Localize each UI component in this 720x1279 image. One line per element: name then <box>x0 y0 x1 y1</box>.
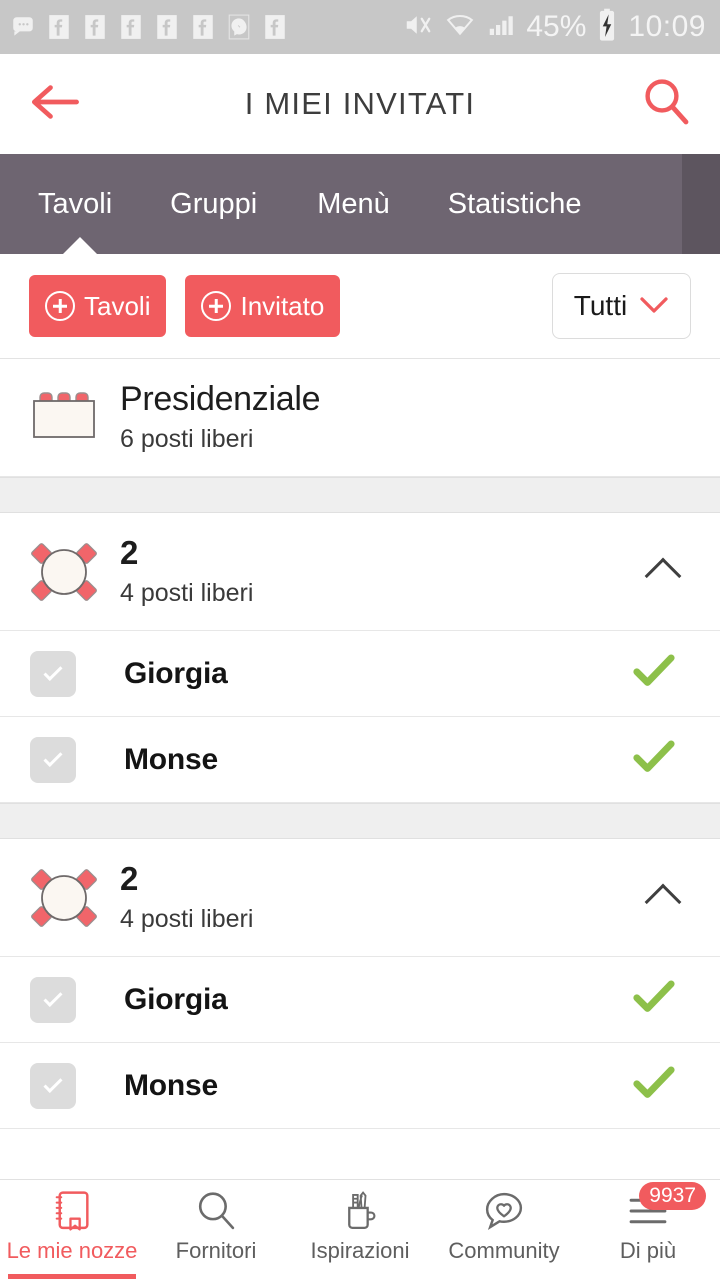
add-guest-button[interactable]: Invitato <box>185 275 341 337</box>
tab-bar: Tavoli Gruppi Menù Statistiche <box>0 154 720 255</box>
signal-icon <box>485 10 517 45</box>
checkbox-check-icon <box>43 987 63 1008</box>
nav-item-le-mie-nozze[interactable]: Le mie nozze <box>0 1180 144 1279</box>
table-list: Presidenziale 6 posti liberi 2 4 posti l… <box>0 359 720 1179</box>
round-table-icon <box>22 536 106 608</box>
checkbox-check-icon <box>43 1073 63 1094</box>
facebook-icon <box>118 14 144 40</box>
green-check-icon <box>632 739 676 780</box>
wedding-book-icon <box>49 1186 95 1236</box>
notification-badge: 9937 <box>639 1182 706 1211</box>
green-check-icon <box>632 653 676 694</box>
app-screen: 45% 10:09 I MIEI INVITATI Tavoli Gruppi … <box>0 0 720 1279</box>
group-separator <box>0 477 720 513</box>
search-button[interactable] <box>640 76 692 133</box>
table-info: 2 4 posti liberi <box>106 535 650 607</box>
search-icon <box>640 76 692 133</box>
status-system-icons: 45% 10:09 <box>401 8 706 47</box>
plus-circle-icon <box>45 291 75 321</box>
green-check-icon <box>632 1065 676 1106</box>
clock-label: 10:09 <box>628 10 706 43</box>
guest-name: Giorgia <box>124 656 228 690</box>
pen-cup-icon <box>337 1186 383 1236</box>
nav-item-di-piu[interactable]: 9937 Di più <box>576 1180 720 1279</box>
bottom-navigation: Le mie nozze Fornitori Ispirazioni Commu… <box>0 1179 720 1279</box>
table-seats: 4 posti liberi <box>120 578 254 607</box>
table-name: 2 <box>120 860 139 898</box>
search-icon <box>193 1186 239 1236</box>
active-nav-underline <box>8 1274 136 1279</box>
table-info: Presidenziale 6 posti liberi <box>106 379 698 454</box>
nav-item-fornitori[interactable]: Fornitori <box>144 1180 288 1279</box>
table-row[interactable]: 2 4 posti liberi <box>0 839 720 957</box>
back-button[interactable] <box>28 80 82 129</box>
chat-heart-icon <box>481 1186 527 1236</box>
facebook-icon <box>190 14 216 40</box>
plus-circle-icon <box>201 291 232 321</box>
app-header: I MIEI INVITATI <box>0 54 720 154</box>
battery-charging-icon <box>595 8 619 47</box>
mute-icon <box>401 10 435 45</box>
add-guest-label: Invitato <box>240 290 325 321</box>
guest-checkbox[interactable] <box>30 736 76 783</box>
wifi-icon <box>444 10 476 45</box>
round-table-icon <box>22 862 106 934</box>
nav-item-ispirazioni[interactable]: Ispirazioni <box>288 1180 432 1279</box>
messenger-icon <box>226 14 252 40</box>
table-seats: 4 posti liberi <box>120 904 254 933</box>
tab-gruppi[interactable]: Gruppi <box>170 154 257 254</box>
nav-label: Community <box>448 1238 560 1263</box>
chevron-up-icon[interactable] <box>644 557 682 594</box>
tab-menu[interactable]: Menù <box>317 154 390 254</box>
back-arrow-icon <box>28 80 82 129</box>
group-separator <box>0 803 720 839</box>
chevron-down-icon <box>639 290 669 322</box>
facebook-icon <box>154 14 180 40</box>
nav-label: Ispirazioni <box>310 1238 410 1263</box>
nav-label: Di più <box>619 1238 677 1263</box>
guest-name: Monse <box>124 742 219 776</box>
battery-percent-label: 45% <box>526 10 587 43</box>
guest-name: Monse <box>124 1068 219 1102</box>
facebook-icon <box>82 14 108 40</box>
status-bar: 45% 10:09 <box>0 0 720 54</box>
table-row[interactable]: Presidenziale 6 posti liberi <box>0 359 720 477</box>
table-name: Presidenziale <box>120 379 321 418</box>
add-table-button[interactable]: Tavoli <box>29 275 167 337</box>
guest-row[interactable]: Giorgia <box>0 957 720 1043</box>
checkbox-check-icon <box>43 661 63 682</box>
guest-row[interactable]: Monse <box>0 1043 720 1129</box>
add-table-label: Tavoli <box>84 290 151 321</box>
green-check-icon <box>632 979 676 1020</box>
active-tab-indicator <box>62 237 98 255</box>
filter-value: Tutti <box>573 290 628 321</box>
guest-checkbox[interactable] <box>30 976 76 1023</box>
table-row[interactable]: 2 4 posti liberi <box>0 513 720 631</box>
status-notification-icons <box>10 14 401 40</box>
nav-label: Le mie nozze <box>6 1238 138 1263</box>
guest-name: Giorgia <box>124 982 228 1016</box>
page-title: I MIEI INVITATI <box>244 86 476 121</box>
guest-row[interactable]: Giorgia <box>0 631 720 717</box>
tab-overflow-edge[interactable] <box>682 154 720 254</box>
guest-row[interactable]: Monse <box>0 717 720 803</box>
messages-icon <box>10 14 36 40</box>
nav-label: Fornitori <box>175 1238 257 1263</box>
nav-item-community[interactable]: Community <box>432 1180 576 1279</box>
action-bar: Tavoli Invitato Tutti <box>0 254 720 359</box>
rectangular-table-icon <box>22 387 106 449</box>
checkbox-check-icon <box>43 747 63 768</box>
tab-statistiche[interactable]: Statistiche <box>448 154 582 254</box>
guest-checkbox[interactable] <box>30 650 76 697</box>
facebook-icon <box>46 14 72 40</box>
guest-checkbox[interactable] <box>30 1062 76 1109</box>
chevron-up-icon[interactable] <box>644 883 682 920</box>
table-info: 2 4 posti liberi <box>106 861 650 933</box>
table-name: 2 <box>120 534 139 572</box>
filter-dropdown[interactable]: Tutti <box>552 273 691 339</box>
table-seats: 6 posti liberi <box>120 425 254 454</box>
facebook-icon <box>262 14 288 40</box>
